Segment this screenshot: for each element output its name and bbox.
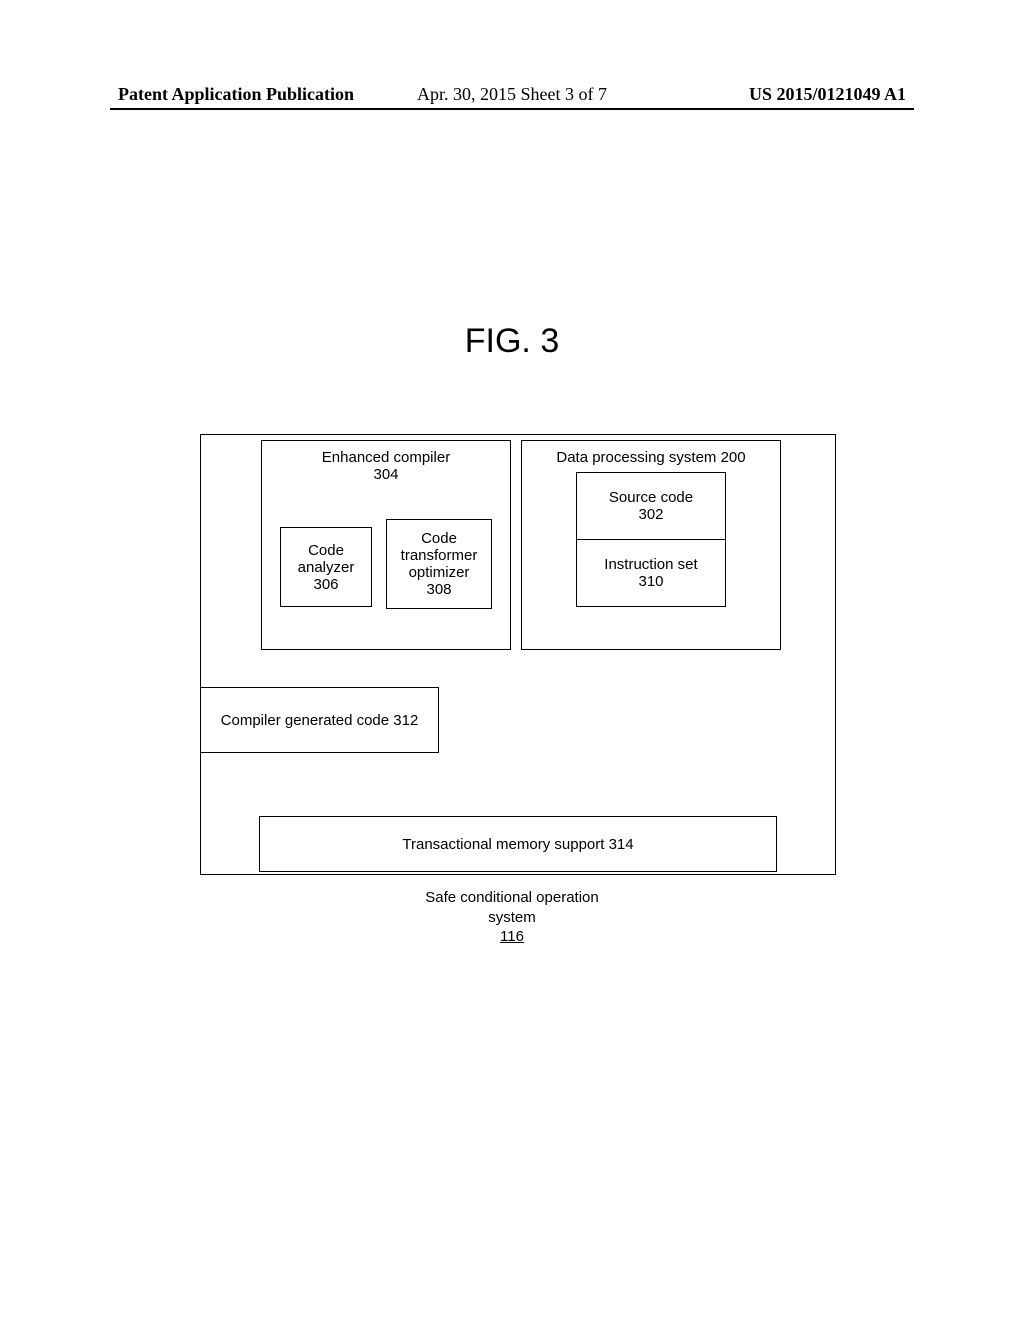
src-l1: Source code [577, 489, 725, 506]
optimizer-l4: 308 [397, 581, 481, 598]
header-center: Apr. 30, 2015 Sheet 3 of 7 [417, 84, 607, 105]
data-processing-system-box: Data processing system 200 Source code 3… [521, 440, 781, 650]
compiler-title-line2: 304 [262, 466, 510, 483]
analyzer-l3: 306 [291, 576, 361, 593]
header-rule [110, 108, 914, 110]
src-l2: 302 [577, 506, 725, 523]
compiler-title-line1: Enhanced compiler [262, 449, 510, 466]
source-code-box: Source code 302 [576, 472, 726, 540]
enhanced-compiler-box: Enhanced compiler 304 Code analyzer 306 … [261, 440, 511, 650]
caption-l1: Safe conditional operation [0, 888, 1024, 908]
code-optimizer-box: Code transformer optimizer 308 [386, 519, 492, 609]
caption-l3: 116 [0, 927, 1024, 947]
dps-title: Data processing system 200 [522, 449, 780, 466]
transactional-memory-support-box: Transactional memory support 314 [259, 816, 777, 872]
header-right: US 2015/0121049 A1 [749, 84, 906, 105]
instr-l2: 310 [577, 573, 725, 590]
tms-label: Transactional memory support 314 [402, 836, 633, 853]
instr-l1: Instruction set [577, 556, 725, 573]
page-header: Patent Application Publication Apr. 30, … [0, 84, 1024, 105]
optimizer-l2: transformer [397, 547, 481, 564]
cgc-label: Compiler generated code 312 [221, 712, 419, 729]
analyzer-l2: analyzer [291, 559, 361, 576]
system-container: Enhanced compiler 304 Code analyzer 306 … [200, 434, 836, 875]
system-caption: Safe conditional operation system 116 [0, 888, 1024, 947]
code-analyzer-box: Code analyzer 306 [280, 527, 372, 607]
compiler-generated-code-box: Compiler generated code 312 [201, 687, 439, 753]
page: Patent Application Publication Apr. 30, … [0, 0, 1024, 1320]
header-left: Patent Application Publication [118, 84, 354, 105]
optimizer-l3: optimizer [397, 564, 481, 581]
instruction-set-box: Instruction set 310 [576, 539, 726, 607]
figure-title: FIG. 3 [0, 322, 1024, 361]
analyzer-l1: Code [291, 542, 361, 559]
caption-l2: system [0, 908, 1024, 928]
optimizer-l1: Code [397, 530, 481, 547]
